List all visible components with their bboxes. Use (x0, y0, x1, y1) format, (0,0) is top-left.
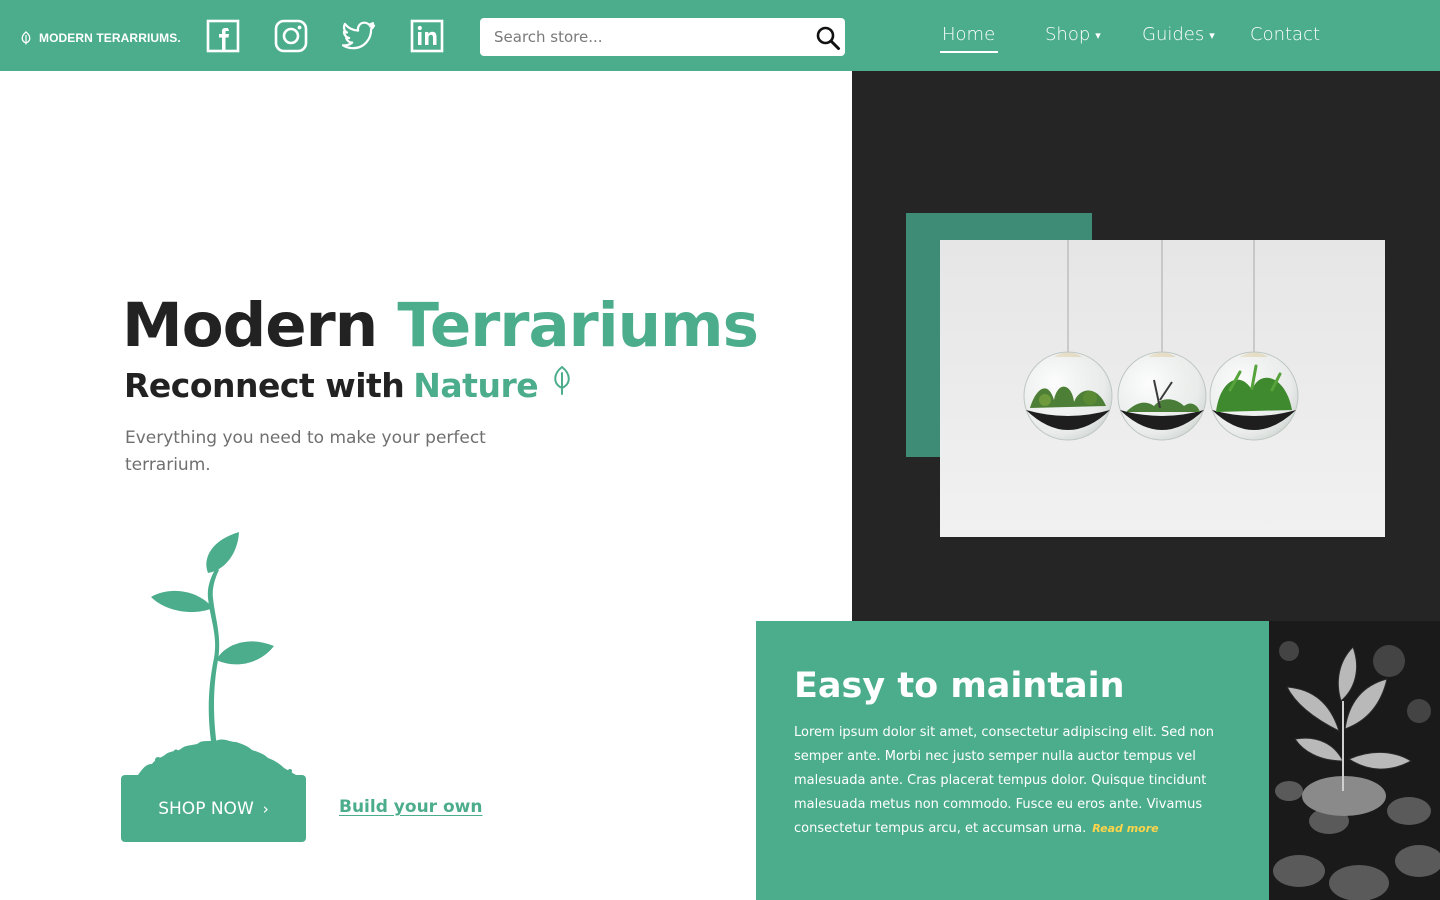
search-icon[interactable] (815, 25, 841, 51)
linkedin-icon[interactable] (410, 19, 444, 53)
read-more-link[interactable]: Read more (1092, 822, 1158, 835)
search-input[interactable] (494, 18, 804, 56)
shop-now-button[interactable]: SHOP NOW › (121, 775, 306, 842)
nav-contact[interactable]: Contact (1250, 24, 1320, 45)
brand-logo[interactable]: MODERN TERARRIUMS. (20, 29, 181, 47)
twitter-icon[interactable] (342, 19, 376, 53)
nav-guides[interactable]: Guides ▾ (1142, 24, 1215, 45)
nav-home[interactable]: Home (942, 24, 995, 45)
search-bar (480, 18, 845, 56)
nav-shop[interactable]: Shop ▾ (1045, 24, 1101, 45)
hero-title-main: Modern (122, 290, 378, 361)
leaf-icon (554, 365, 570, 395)
terrarium-photo (940, 240, 1385, 537)
feature-body: Lorem ipsum dolor sit amet, consectetur … (794, 725, 1215, 836)
hero-title: Modern Terrariums (122, 290, 759, 361)
facebook-icon[interactable] (206, 19, 240, 53)
feature-title: Easy to maintain (794, 666, 1125, 706)
feature-card: Easy to maintain Lorem ipsum dolor sit a… (756, 621, 1269, 900)
brand-name: MODERN TERARRIUMS. (39, 31, 181, 45)
chevron-down-icon: ▾ (1209, 29, 1215, 42)
hero-title-accent: Terrariums (397, 290, 758, 361)
nav-active-indicator (940, 51, 998, 53)
hero-description: Everything you need to make your perfect… (125, 428, 486, 475)
chevron-right-icon: › (262, 799, 269, 818)
nav-shop-label: Shop (1045, 24, 1091, 45)
top-navigation-bar: MODERN TERARRIUMS. Search store... Home … (0, 0, 1440, 71)
shop-now-label: SHOP NOW (158, 798, 254, 819)
feature-text: Lorem ipsum dolor sit amet, consectetur … (794, 721, 1239, 841)
chevron-down-icon: ▾ (1095, 29, 1101, 42)
sprout-illustration (138, 532, 298, 776)
nav-home-label: Home (942, 24, 996, 45)
leaf-icon (21, 31, 31, 45)
hero-subtitle: Reconnect with Nature (124, 365, 574, 405)
hero-subtitle-main: Reconnect with (124, 366, 405, 405)
instagram-icon[interactable] (274, 19, 308, 53)
nav-guides-label: Guides (1142, 24, 1205, 45)
nav-contact-label: Contact (1250, 24, 1321, 45)
hero-subtitle-accent: Nature (413, 366, 539, 405)
plant-photo (1269, 621, 1440, 900)
build-your-own-link[interactable]: Build your own (339, 797, 482, 817)
